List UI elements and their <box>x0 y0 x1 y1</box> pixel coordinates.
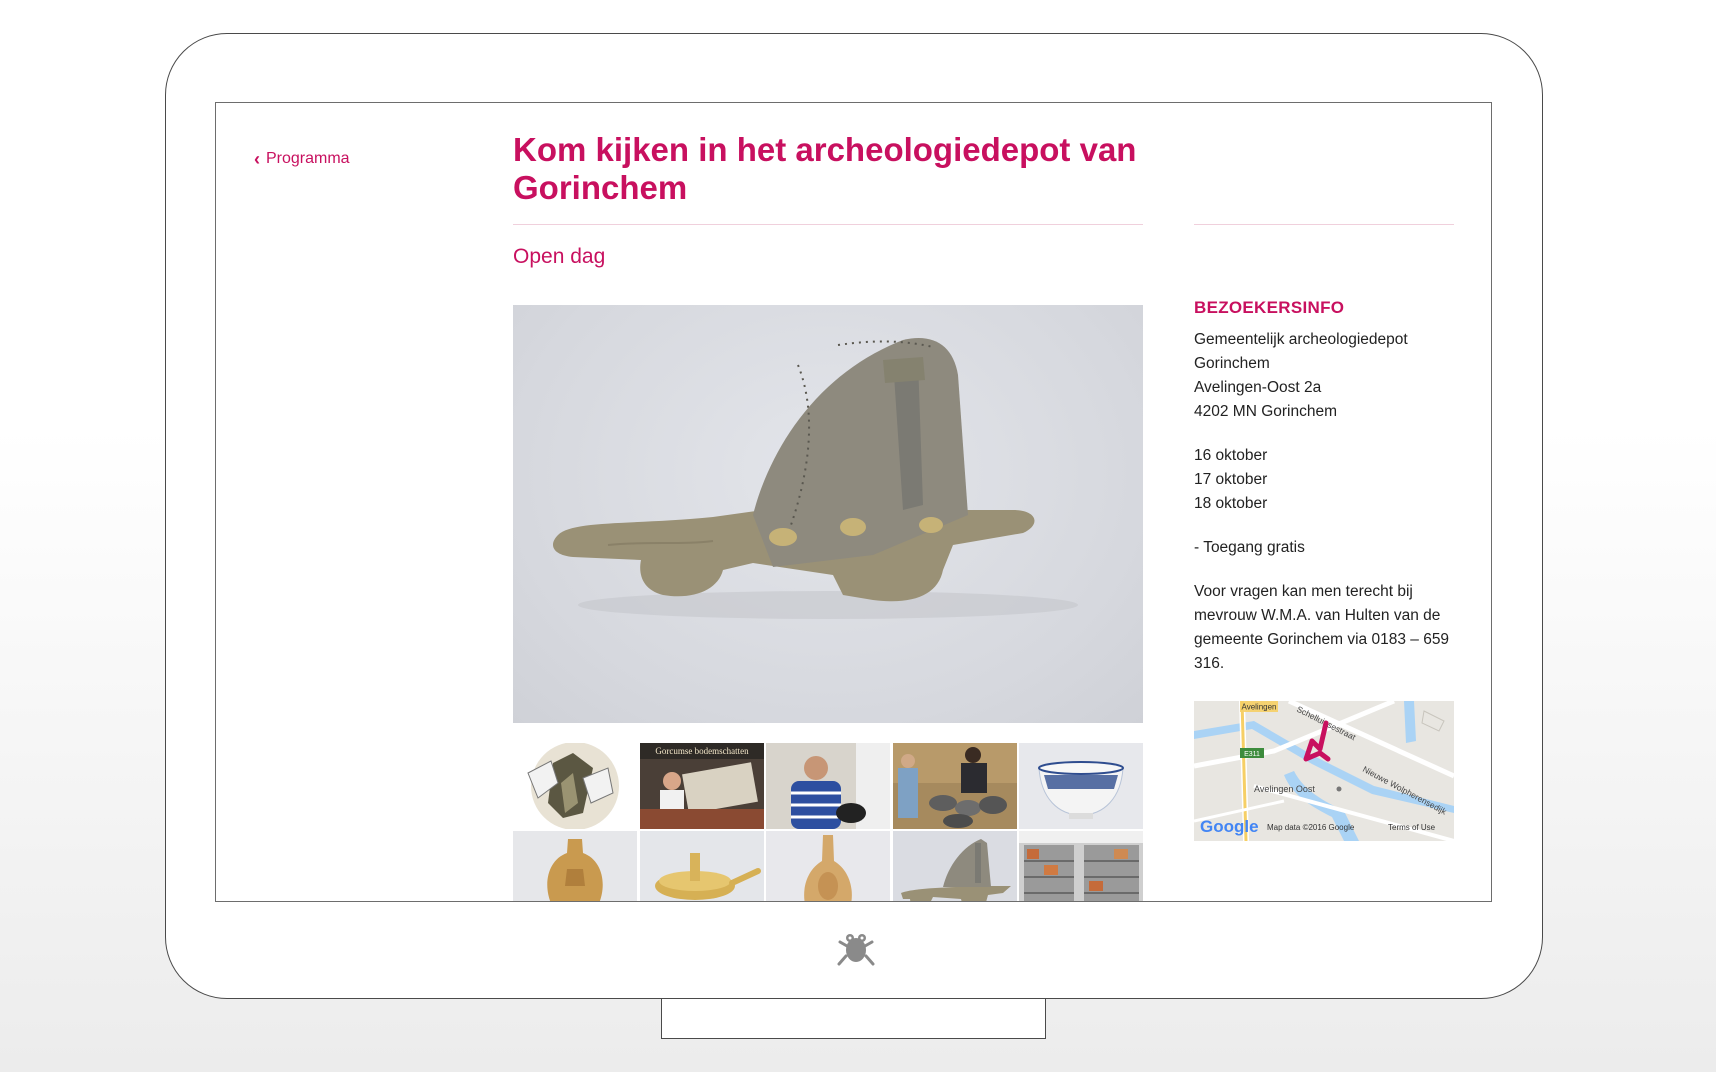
back-link-programma[interactable]: ‹ Programma <box>254 150 350 168</box>
date-line: 17 oktober <box>1194 471 1268 488</box>
title-divider <box>513 224 1143 225</box>
gallery-thumbnail[interactable]: Gorcumse bodemschatten <box>639 743 764 829</box>
address-line: Gorinchem <box>1194 355 1270 372</box>
visitor-info-panel: BEZOEKERSINFO Gemeentelijk archeologiede… <box>1194 298 1459 696</box>
back-link-label: Programma <box>266 150 350 167</box>
map-attribution: Map data ©2016 Google <box>1267 823 1355 832</box>
sidebar-divider <box>1194 224 1454 225</box>
gallery-thumbnail[interactable] <box>1019 831 1143 901</box>
page-title: Kom kijken in het archeologiedepot van G… <box>513 131 1137 206</box>
address-line: Avelingen-Oost 2a <box>1194 379 1322 396</box>
admission-info: - Toegang gratis <box>1194 539 1305 556</box>
hero-image <box>513 305 1143 723</box>
venue-address: Gemeentelijk archeologiedepot Gorinchem … <box>1194 328 1459 424</box>
event-type: Open dag <box>513 245 606 268</box>
location-map[interactable]: Avelingen Schelluinsestraat E311 Aveling… <box>1194 701 1454 841</box>
address-line: 4202 MN Gorinchem <box>1194 403 1338 420</box>
map-road-badge: E311 <box>1244 751 1260 758</box>
gallery-thumbnail[interactable] <box>766 831 890 901</box>
monitor-stand <box>661 999 1046 1039</box>
map-label-area: Avelingen Oost <box>1254 784 1315 794</box>
address-line: Gemeentelijk archeologiedepot <box>1194 331 1408 348</box>
gallery-thumbnail[interactable] <box>513 743 637 829</box>
contact-info: Voor vragen kan men terecht bij mevrouw … <box>1194 583 1450 672</box>
gallery-thumbnail[interactable] <box>1019 743 1143 829</box>
gallery-thumbnail[interactable] <box>639 831 764 901</box>
browser-screen: ‹ Programma Kom kijken in het archeologi… <box>215 102 1492 902</box>
event-dates: 16 oktober 17 oktober 18 oktober <box>1194 444 1459 516</box>
gallery-thumbnail[interactable] <box>892 831 1017 901</box>
map-terms-link[interactable]: Terms of Use <box>1388 823 1436 832</box>
frog-logo-icon <box>836 928 876 968</box>
map-brand-logo: Google <box>1200 817 1259 836</box>
date-line: 18 oktober <box>1194 495 1268 512</box>
gallery-thumbnail[interactable] <box>766 743 890 829</box>
image-gallery: Gorcumse bodemschatten <box>513 743 1143 901</box>
map-label-avelingen: Avelingen <box>1242 703 1277 712</box>
thumbnail-caption: Gorcumse bodemschatten <box>655 746 749 756</box>
gallery-thumbnail[interactable] <box>513 831 637 901</box>
visitor-info-heading: BEZOEKERSINFO <box>1194 298 1345 317</box>
date-line: 16 oktober <box>1194 447 1268 464</box>
chevron-left-icon: ‹ <box>254 149 260 169</box>
gallery-thumbnail[interactable] <box>892 743 1017 829</box>
